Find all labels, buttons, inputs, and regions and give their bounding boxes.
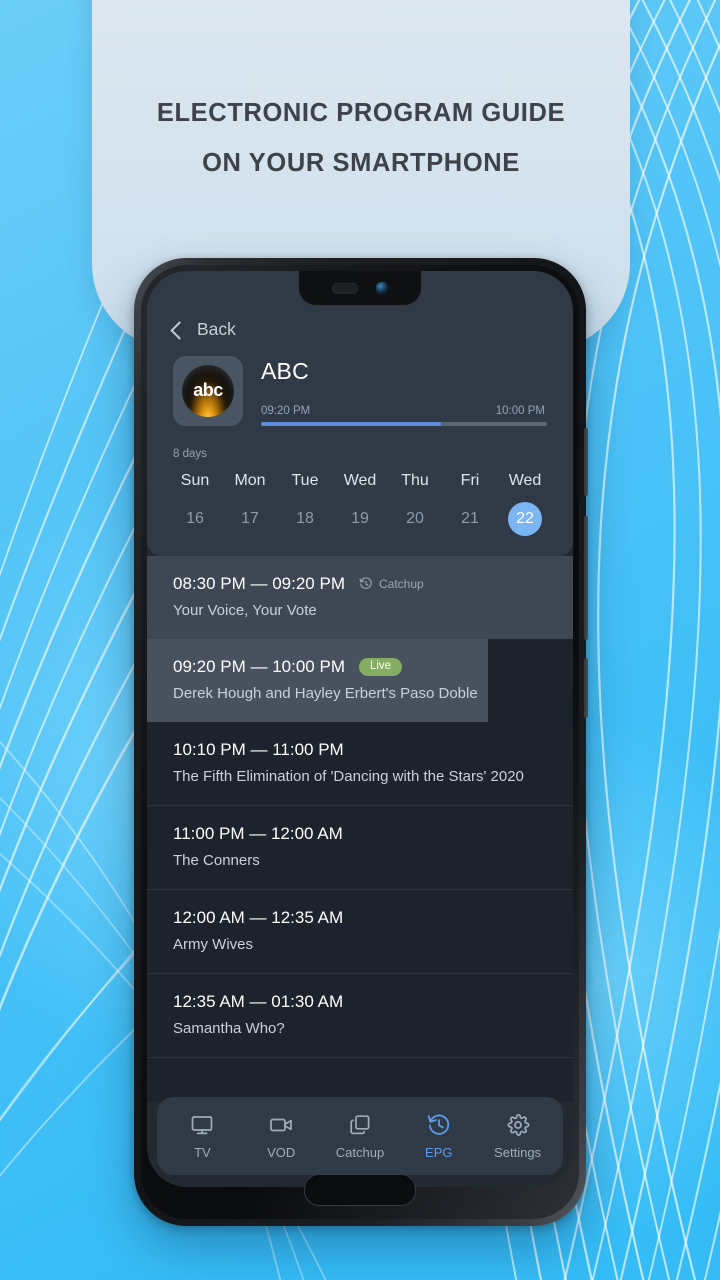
day-selector-item[interactable]: Wed 22: [503, 472, 547, 536]
program-title: The Fifth Elimination of 'Dancing with t…: [173, 768, 524, 785]
catchup-badge[interactable]: Catchup: [359, 577, 424, 591]
program-time: 12:00 AM — 12:35 AM: [173, 908, 344, 927]
day-selector-item[interactable]: Wed 19: [338, 472, 382, 536]
program-time-range: 09:20 PM 10:00 PM: [261, 405, 547, 417]
program-row-header: 10:10 PM — 11:00 PM: [173, 740, 547, 760]
program-time: 11:00 PM — 12:00 AM: [173, 824, 343, 843]
clock-rewind-icon: [359, 577, 373, 591]
day-number: 16: [186, 510, 204, 527]
nav-item-vod[interactable]: VOD: [243, 1113, 319, 1160]
phone-device: Back abc ABC 09:20 PM 10:00 PM 8 days Su…: [134, 258, 588, 1226]
nav-item-label: EPG: [425, 1144, 453, 1160]
day-selector: 8 days Sun 16 Mon 17 Tue 18 Wed 19 Thu 20 Fri 21 Wed…: [147, 426, 573, 556]
day-number: 21: [461, 510, 479, 527]
day-number: 19: [351, 510, 369, 527]
gear-icon: [506, 1113, 530, 1137]
program-row[interactable]: 10:10 PM — 11:00 PM The Fifth Elimination…: [147, 722, 573, 806]
phone-side-button[interactable]: [584, 428, 588, 496]
program-row-header: 08:30 PM — 09:20 PM Catchup: [173, 574, 547, 594]
promo-screenshot: ELECTRONIC PROGRAM GUIDE ON YOUR SMARTPH…: [0, 0, 720, 1280]
front-camera-icon: [376, 282, 388, 294]
day-name: Mon: [234, 472, 266, 489]
nav-item-catchup[interactable]: Catchup: [322, 1113, 398, 1160]
program-end-time: 10:00 PM: [495, 405, 545, 417]
chevron-left-icon: [170, 320, 189, 340]
day-number: 18: [296, 510, 314, 527]
day-number: 17: [241, 510, 259, 527]
nav-item-settings[interactable]: Settings: [480, 1113, 556, 1160]
program-row-header: 12:35 AM — 01:30 AM: [173, 992, 547, 1012]
day-name: Fri: [460, 472, 480, 489]
video-camera-icon: [269, 1113, 293, 1137]
day-name: Tue: [291, 472, 319, 489]
phone-screen: Back abc ABC 09:20 PM 10:00 PM 8 days Su…: [147, 271, 573, 1187]
back-button[interactable]: Back: [147, 305, 573, 340]
days-count-label: 8 days: [173, 448, 207, 460]
layers-icon: [348, 1113, 372, 1137]
program-time: 08:30 PM — 09:20 PM: [173, 574, 345, 593]
day-selector-item[interactable]: Fri 21: [448, 472, 492, 536]
home-button[interactable]: [304, 1174, 416, 1206]
phone-power-button[interactable]: [584, 658, 588, 718]
day-number: 20: [406, 510, 424, 527]
program-row[interactable]: 08:30 PM — 09:20 PM Catchup Your Voice, Yo…: [147, 556, 573, 639]
channel-logo[interactable]: abc: [173, 356, 243, 426]
program-list: 08:30 PM — 09:20 PM Catchup Your Voice, Yo…: [147, 556, 573, 1058]
day-selector-grid: Sun 16 Mon 17 Tue 18 Wed 19 Thu 20 Fri 21 Wed 22: [173, 472, 547, 536]
nav-item-label: Settings: [494, 1144, 542, 1160]
program-start-time: 09:20 PM: [261, 405, 311, 417]
phone-notch: [299, 271, 421, 305]
program-title: Derek Hough and Hayley Erbert's Paso Dob…: [173, 685, 478, 702]
program-row-header: 11:00 PM — 12:00 AM: [173, 824, 547, 844]
day-name: Thu: [401, 472, 429, 489]
day-selector-item[interactable]: Sun 16: [173, 472, 217, 536]
day-name: Sun: [180, 472, 210, 489]
epg-header: Back abc ABC 09:20 PM 10:00 PM 8 days Su…: [147, 271, 573, 556]
headline-line-2: ON YOUR SMARTPHONE: [202, 149, 520, 177]
channel-logo-text: abc: [193, 380, 223, 400]
program-row-header: 09:20 PM — 10:00 PM Live: [173, 657, 547, 677]
program-row[interactable]: 12:00 AM — 12:35 AM Army Wives: [147, 890, 573, 974]
program-time: 12:35 AM — 01:30 AM: [173, 992, 344, 1011]
program-title: Your Voice, Your Vote: [173, 602, 317, 619]
day-name: Wed: [343, 472, 377, 489]
program-title: The Conners: [173, 852, 260, 869]
program-row[interactable]: 11:00 PM — 12:00 AM The Conners: [147, 806, 573, 890]
program-time: 10:10 PM — 11:00 PM: [173, 740, 344, 759]
nav-item-label: TV: [194, 1144, 211, 1160]
program-row-header: 12:00 AM — 12:35 AM: [173, 908, 547, 928]
clock-rewind-icon: [427, 1113, 451, 1137]
program-time: 09:20 PM — 10:00 PM: [173, 657, 345, 676]
program-row[interactable]: 12:35 AM — 01:30 AM Samantha Who?: [147, 974, 573, 1058]
earpiece-speaker-icon: [332, 282, 358, 294]
program-title: Samantha Who?: [173, 1020, 285, 1037]
nav-item-tv[interactable]: TV: [164, 1113, 240, 1160]
channel-name: ABC: [261, 358, 309, 384]
abc-logo-icon: abc: [182, 365, 234, 417]
day-selector-item[interactable]: Thu 20: [393, 472, 437, 536]
day-selector-item[interactable]: Mon 17: [228, 472, 272, 536]
program-progress-bar[interactable]: [261, 422, 547, 426]
program-row[interactable]: 09:20 PM — 10:00 PM Live Derek Hough and H…: [147, 639, 573, 722]
nav-item-label: VOD: [267, 1144, 296, 1160]
day-selector-item[interactable]: Tue 18: [283, 472, 327, 536]
program-progress-fill: [261, 422, 442, 426]
nav-item-label: Catchup: [335, 1144, 385, 1160]
monitor-icon: [190, 1113, 214, 1137]
nav-item-epg[interactable]: EPG: [401, 1113, 477, 1160]
back-button-label: Back: [197, 319, 236, 339]
live-badge: Live: [358, 657, 403, 677]
bottom-navigation: TV VOD Catchup EPG Settings: [157, 1097, 563, 1175]
channel-header: abc ABC 09:20 PM 10:00 PM: [147, 340, 573, 426]
day-name: Wed: [508, 472, 542, 489]
program-title: Army Wives: [173, 936, 253, 953]
headline-line-1: ELECTRONIC PROGRAM GUIDE: [156, 99, 566, 127]
day-number: 22: [508, 502, 542, 536]
list-bottom-spacer: [147, 1058, 573, 1102]
catchup-badge-label: Catchup: [378, 577, 424, 591]
phone-volume-button[interactable]: [584, 516, 588, 640]
